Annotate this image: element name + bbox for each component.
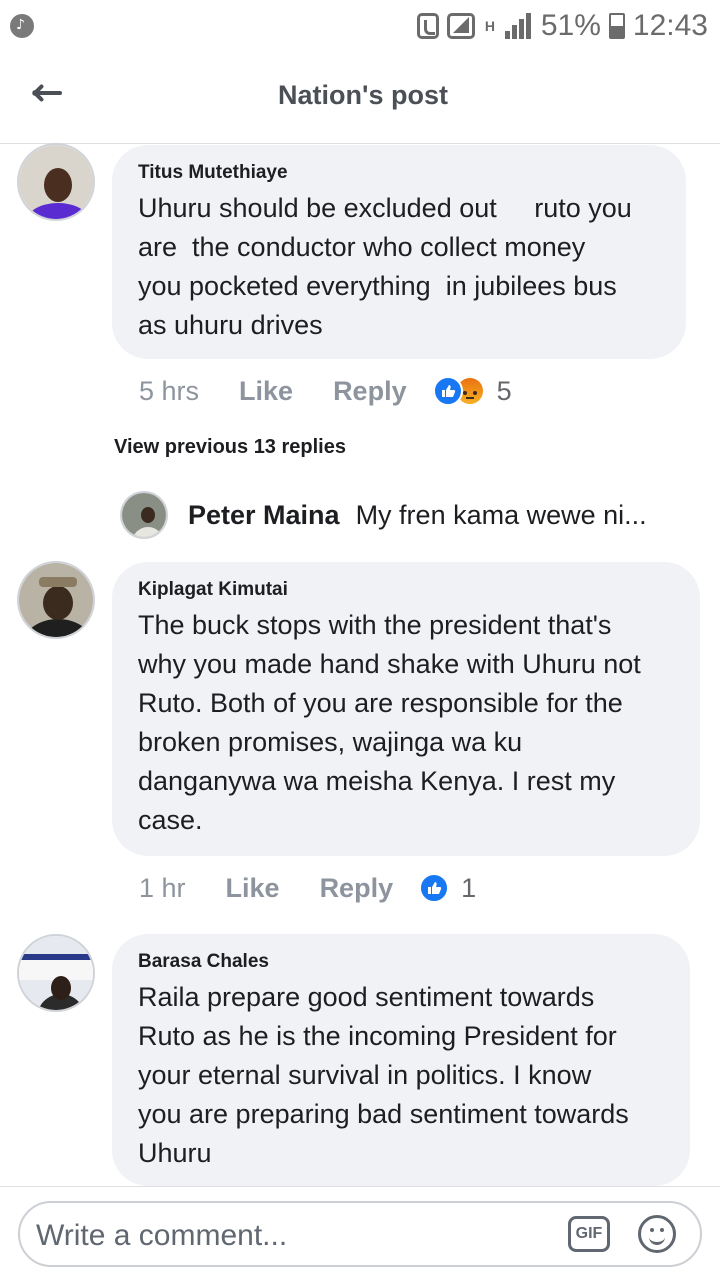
reaction-count: 1 [461, 872, 477, 903]
comment-input[interactable]: Write a comment... GIF [18, 1201, 702, 1267]
page-header: Nation's post [0, 52, 720, 144]
comment-text: Uhuru should be excluded out ruto you ar… [138, 189, 662, 345]
comment-bubble[interactable]: Titus Mutethiaye Uhuru should be exclude… [112, 145, 686, 359]
reply-author[interactable]: Peter Maina [188, 500, 340, 531]
status-bar: ♪ H 51% 12:43 [0, 0, 720, 52]
comment-actions: 5 hrs Like Reply 5 [139, 371, 512, 411]
reply-text: My fren kama wewe ni... [355, 499, 647, 530]
music-notification-icon: ♪ [10, 14, 34, 38]
comment-line: you pocketed everything in jubilees bus [138, 271, 617, 301]
comment-line: your eternal survival in politics. I kno… [138, 1060, 592, 1090]
smiley-icon[interactable] [638, 1215, 676, 1253]
call-icon [416, 13, 439, 39]
comment-time: 5 hrs [139, 375, 200, 406]
comment-author[interactable]: Kiplagat Kimutai [138, 578, 676, 602]
comment-line: are the conductor who collect money [138, 232, 586, 262]
avatar[interactable] [17, 561, 95, 639]
status-icons: H 51% 12:43 [416, 8, 708, 44]
comment-line: Uhuru should be excluded out ruto you [138, 193, 632, 223]
reply-button[interactable]: Reply [333, 376, 407, 407]
reactions-summary[interactable]: 1 [419, 873, 476, 904]
comment-bubble[interactable]: Kiplagat Kimutai The buck stops with the… [112, 562, 700, 856]
comment-input-placeholder: Write a comment... [36, 1219, 288, 1252]
reactions-summary[interactable]: 5 [432, 375, 512, 407]
comment-composer: Write a comment... GIF [0, 1186, 720, 1280]
like-button[interactable]: Like [239, 376, 293, 407]
wifi-signal-icon [446, 13, 475, 39]
like-reaction-icon [419, 873, 450, 903]
comment-line: broken promises, wajinga wa ku [138, 727, 523, 757]
page-title: Nation's post [278, 80, 448, 110]
avatar[interactable] [17, 934, 95, 1012]
comment-line: danganywa wa meisha Kenya. I rest my [138, 766, 616, 796]
comment-line: why you made hand shake with Uhuru not [138, 649, 641, 679]
comment-line: case. [138, 805, 203, 835]
comment-line: Ruto. Both of you are responsible for th… [138, 688, 623, 718]
comment-author[interactable]: Barasa Chales [138, 950, 666, 974]
comment-line: Raila prepare good sentiment towards [138, 982, 595, 1012]
avatar[interactable] [17, 143, 95, 221]
network-type-label: H [484, 18, 495, 34]
comment-author[interactable]: Titus Mutethiaye [138, 161, 662, 185]
like-reaction-icon [432, 376, 463, 406]
comment-line: Uhuru [138, 1138, 212, 1168]
reply-preview[interactable]: Peter Maina My fren kama wewe ni... [120, 490, 647, 540]
like-button[interactable]: Like [226, 873, 280, 904]
comment-actions: 1 hr Like Reply 1 [139, 868, 476, 908]
reply-button[interactable]: Reply [320, 873, 394, 904]
battery-percent: 51% [540, 9, 601, 42]
view-previous-replies-link[interactable]: View previous 13 replies [114, 436, 346, 459]
comment-line: you are preparing bad sentiment towards [138, 1099, 629, 1129]
comment-text: Raila prepare good sentiment towards Rut… [138, 978, 666, 1173]
gif-button[interactable]: GIF [568, 1216, 610, 1252]
comment-time: 1 hr [139, 872, 186, 903]
reaction-count: 5 [496, 375, 512, 406]
clock: 12:43 [632, 9, 708, 42]
battery-icon [608, 13, 625, 39]
comment-bubble[interactable]: Barasa Chales Raila prepare good sentime… [112, 934, 690, 1186]
comment-line: Ruto as he is the incoming President for [138, 1021, 617, 1051]
comment-line: The buck stops with the president that's [138, 610, 612, 640]
comment-line: as uhuru drives [138, 310, 323, 340]
avatar[interactable] [120, 491, 168, 539]
comment-text: The buck stops with the president that's… [138, 606, 676, 840]
cell-signal-icon [504, 13, 533, 39]
